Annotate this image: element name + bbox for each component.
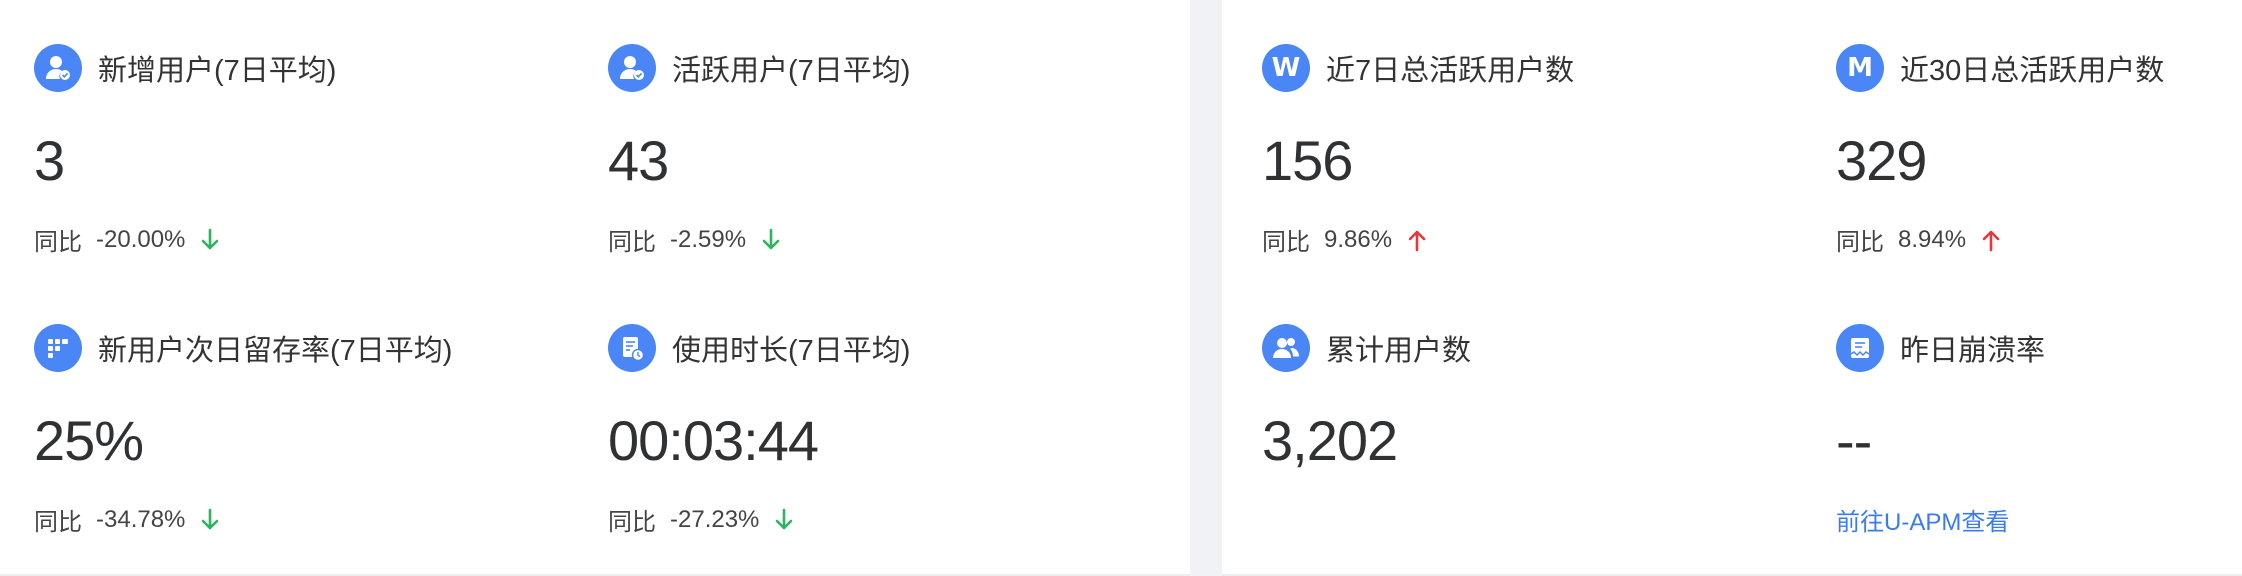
card-title: 活跃用户(7日平均) xyxy=(672,55,911,87)
arrow-down-icon xyxy=(762,228,780,249)
comparison: 同比 -27.23% xyxy=(608,502,795,537)
users-icon xyxy=(1262,324,1310,372)
letter-w-icon: W xyxy=(1262,44,1310,92)
document-clock-icon xyxy=(608,324,656,372)
comparison: 同比 -34.78% xyxy=(34,502,221,537)
apm-link[interactable]: 前往U-APM查看 xyxy=(1836,502,2009,537)
retention-rate-card: 新用户次日留存率(7日平均) 25% 同比 -34.78% xyxy=(34,280,594,540)
arrow-down-icon xyxy=(202,508,219,529)
comparison: 同比 9.86% xyxy=(1262,222,1428,257)
card-title: 使用时长(7日平均) xyxy=(672,335,911,367)
metric-value: 3 xyxy=(34,129,65,192)
card-title: 新用户次日留存率(7日平均) xyxy=(98,335,453,367)
total-users-card: 累计用户数 3,202 xyxy=(1262,280,1822,540)
comparison-value: -2.59% xyxy=(670,225,747,253)
arrow-down-icon xyxy=(202,228,219,249)
left-metrics-panel: 新增用户(7日平均) 3 同比 -20.00% 活跃用户(7日平均) 43 同比… xyxy=(0,0,1190,576)
metric-value: 25% xyxy=(34,409,144,472)
metric-value: 00:03:44 xyxy=(608,409,819,472)
metric-value: 43 xyxy=(608,129,669,192)
card-title: 新增用户(7日平均) xyxy=(98,55,337,87)
comparison-label: 同比 xyxy=(608,509,656,536)
comparison-label: 同比 xyxy=(34,229,82,256)
comparison-label: 同比 xyxy=(1262,229,1310,256)
metric-value: 3,202 xyxy=(1262,409,1398,472)
comparison-value: -20.00% xyxy=(96,225,186,253)
active-users-card: 活跃用户(7日平均) 43 同比 -2.59% xyxy=(608,0,1168,260)
comparison-value: -27.23% xyxy=(670,505,760,533)
user-check-icon xyxy=(34,44,82,92)
right-metrics-panel: W 近7日总活跃用户数 156 同比 9.86% M 近30日总活跃用户数 32… xyxy=(1222,0,2242,576)
grid-icon xyxy=(34,324,82,372)
comparison: 同比 -2.59% xyxy=(608,222,782,257)
arrow-up-icon xyxy=(1408,230,1426,251)
comparison: 同比 -20.00% xyxy=(34,222,221,257)
arrow-down-icon xyxy=(776,508,793,529)
user-check-icon xyxy=(608,44,656,92)
crash-link-area: 前往U-APM查看 xyxy=(1836,0,2242,576)
new-users-card: 新增用户(7日平均) 3 同比 -20.00% xyxy=(34,0,594,260)
comparison-label: 同比 xyxy=(34,509,82,536)
comparison-label: 同比 xyxy=(608,229,656,256)
comparison-value: -34.78% xyxy=(96,505,186,533)
card-title: 累计用户数 xyxy=(1326,335,1472,367)
card-title: 近7日总活跃用户数 xyxy=(1326,55,1575,87)
metric-value: 156 xyxy=(1262,129,1353,192)
weekly-active-users-card: W 近7日总活跃用户数 156 同比 9.86% xyxy=(1262,0,1822,260)
comparison-value: 9.86% xyxy=(1324,225,1393,253)
usage-duration-card: 使用时长(7日平均) 00:03:44 同比 -27.23% xyxy=(608,280,1168,540)
